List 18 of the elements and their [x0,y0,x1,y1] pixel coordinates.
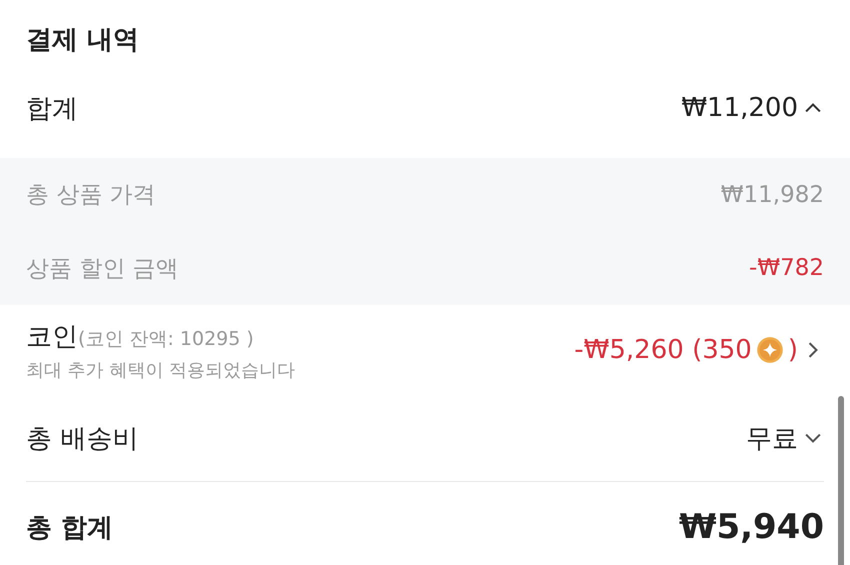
coin-amount-close: ) [788,335,798,365]
section-title: 결제 내역 [25,24,140,57]
coin-amount: -₩5,260 (350 [574,335,752,365]
total-label: 총 합계 [26,512,114,544]
coin-note: 최대 추가 혜택이 적용되었습니다 [26,358,296,382]
scrollbar[interactable] [838,396,844,565]
subtotal-label: 합계 [26,92,78,126]
shipping-value: 무료 [746,422,798,456]
breakdown-label: 상품 할인 금액 [26,254,179,284]
breakdown-label: 총 상품 가격 [26,181,156,210]
breakdown-amount: ₩11,982 [720,182,824,208]
total-amount: ₩5,940 [678,507,824,547]
breakdown-amount: -₩782 [749,255,824,282]
coin-icon [756,336,784,364]
subtotal-amount: ₩11,200 [681,93,798,123]
coin-label: 코인 [26,320,78,354]
shipping-label: 총 배송비 [26,422,138,456]
coin-balance: (코인 잔액: 10295 ) [78,326,254,352]
